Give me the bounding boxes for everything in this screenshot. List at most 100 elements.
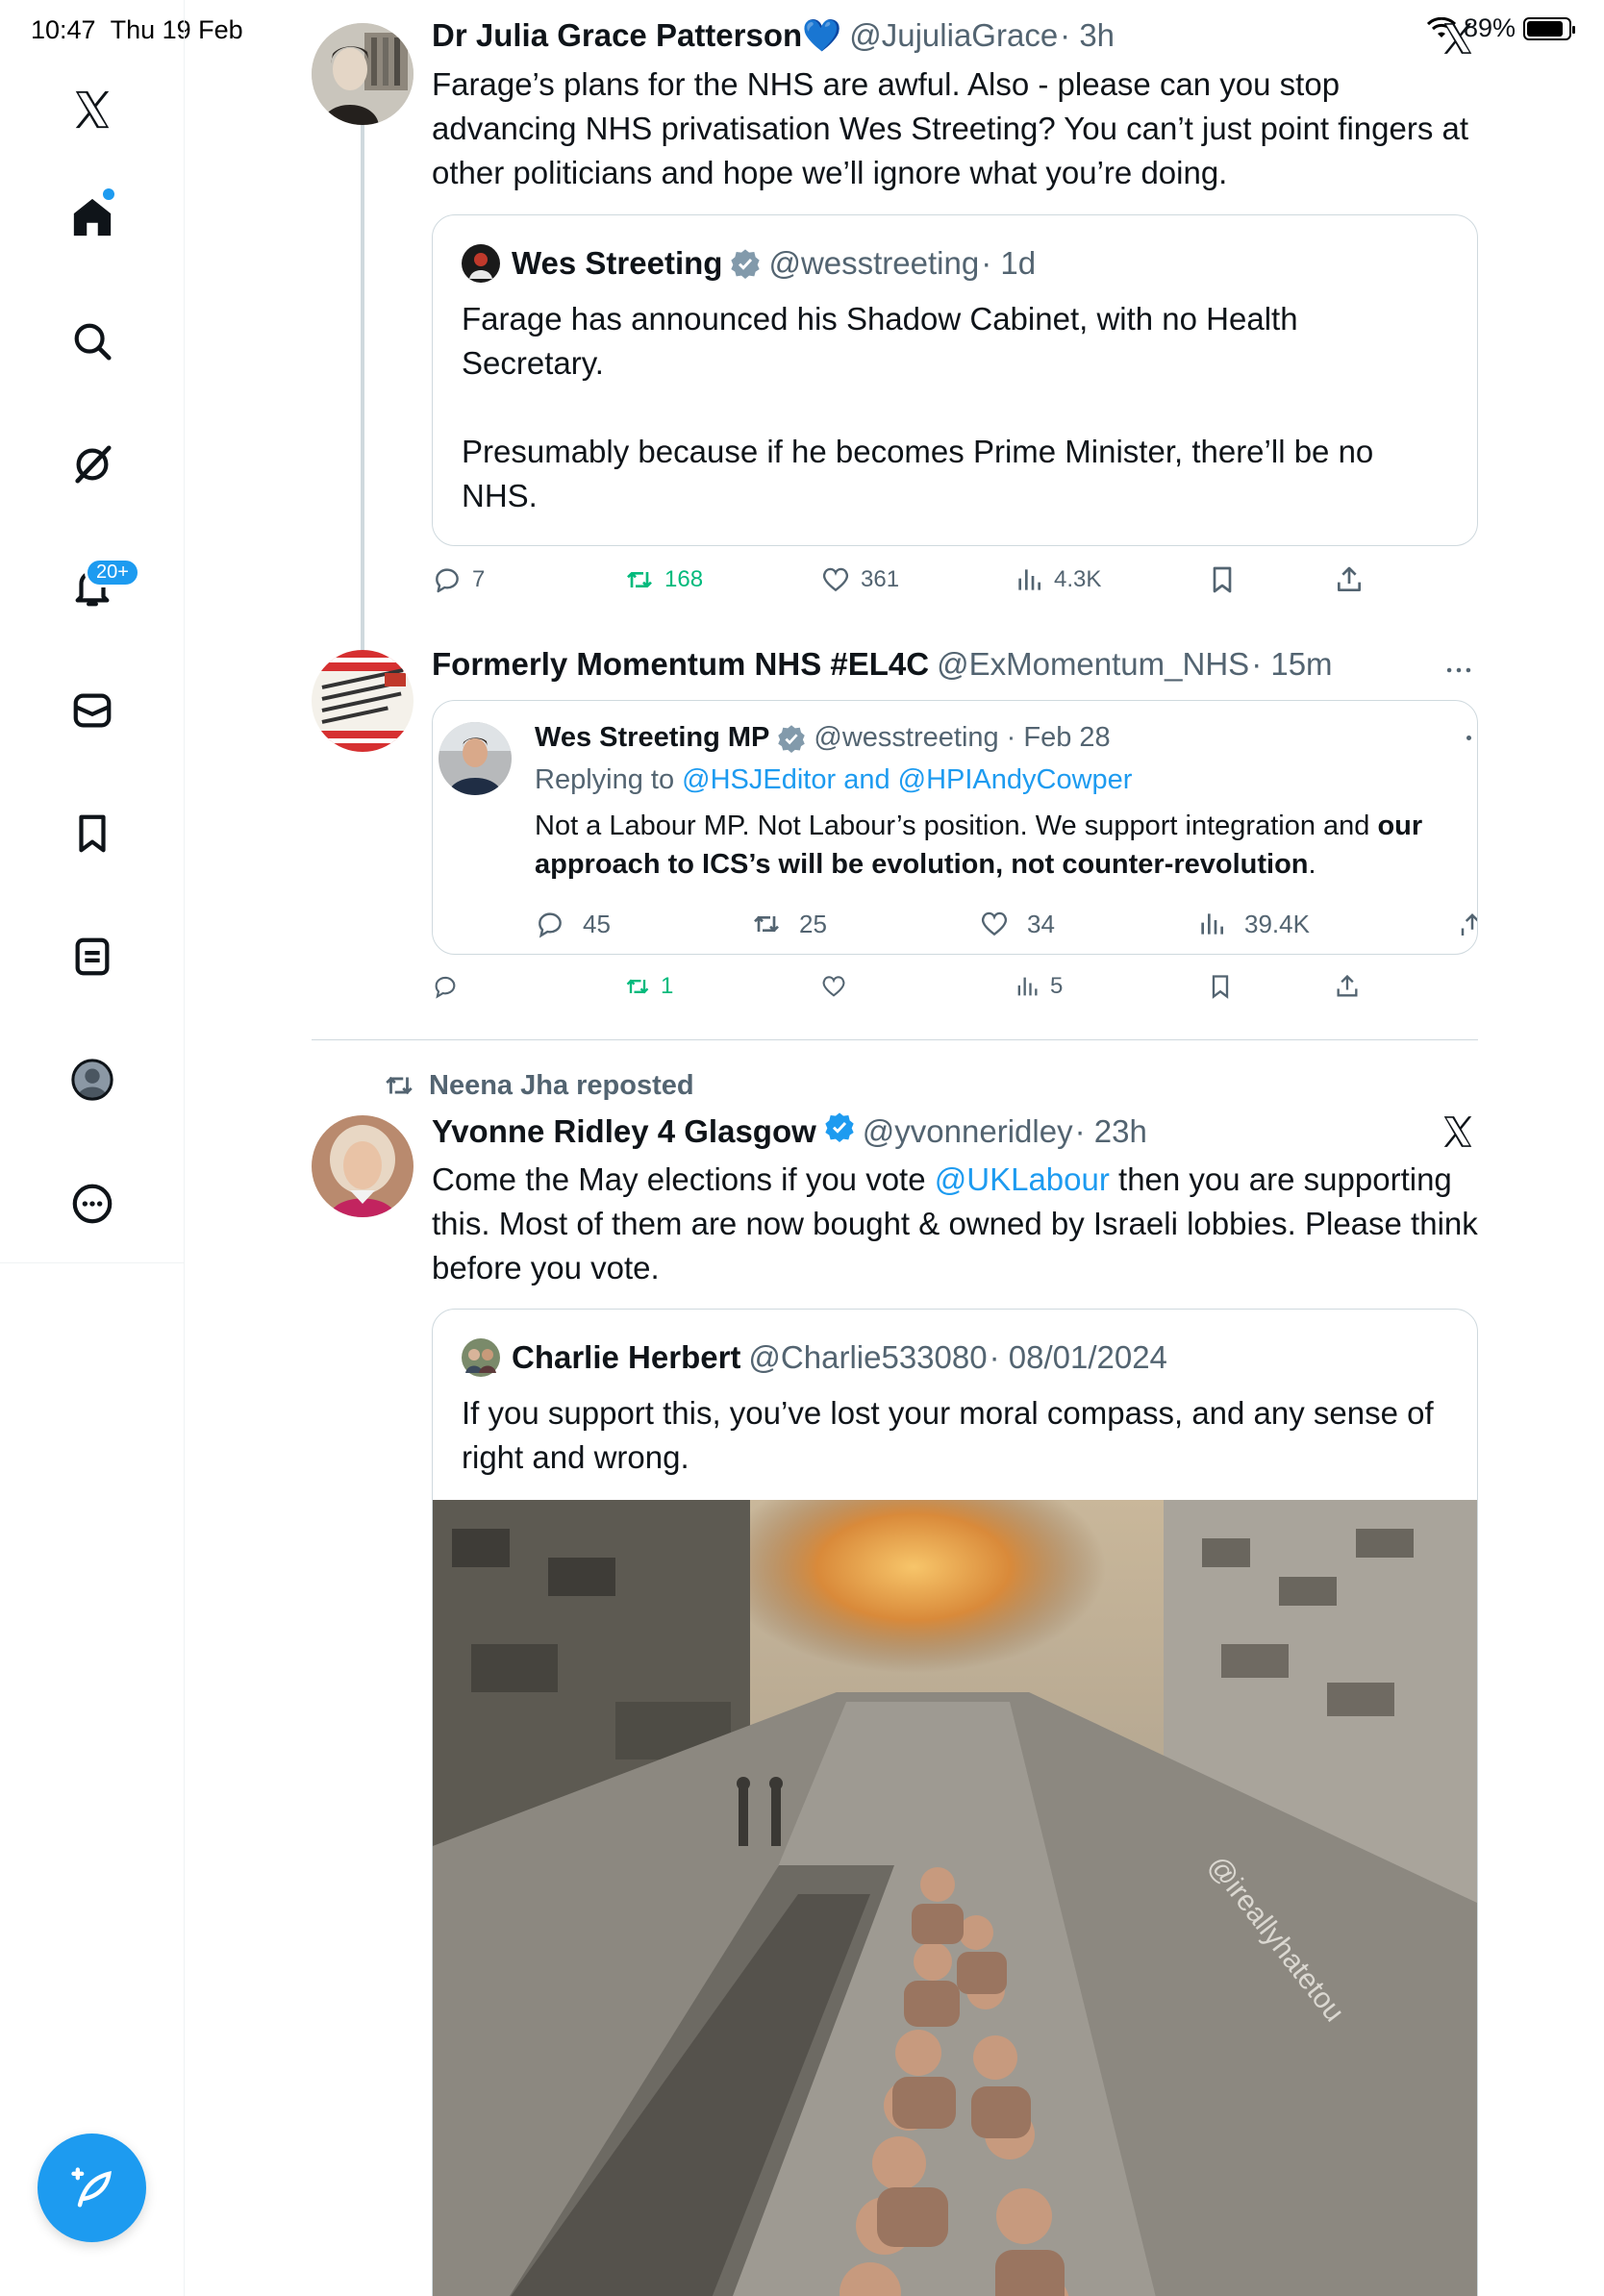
like-button[interactable] — [820, 973, 857, 1000]
share-button[interactable] — [1334, 973, 1361, 1000]
repost-context: Neena Jha reposted — [383, 1069, 694, 1102]
repost-count: 168 — [664, 566, 704, 592]
action-bar: 1 5 — [432, 973, 1393, 1011]
verified-badge-icon — [731, 249, 761, 279]
embedded-repost-stat: 25 — [751, 909, 827, 939]
share-button[interactable] — [1334, 564, 1365, 595]
quote-author-handle: @wesstreeting — [768, 245, 980, 281]
bookmark-button[interactable] — [1207, 564, 1238, 595]
share-icon — [1338, 566, 1361, 591]
repost-icon — [386, 1076, 413, 1095]
embedded-avatar — [439, 722, 512, 795]
sidebar: 20+ — [0, 0, 185, 2296]
profile-icon[interactable] — [63, 1051, 121, 1109]
repost-button[interactable]: 168 — [624, 564, 703, 595]
embedded-time: · Feb 28 — [1006, 722, 1111, 753]
embedded-author-name: Wes Streeting MP — [535, 722, 770, 753]
avatar-julia[interactable] — [312, 23, 414, 125]
views-count: 5 — [1050, 973, 1064, 999]
author-handle[interactable]: @JujuliaGrace — [849, 17, 1058, 54]
more-options-icon[interactable] — [1442, 654, 1475, 686]
battery-fill — [1527, 20, 1564, 37]
mention-link[interactable]: @UKLabour — [935, 1161, 1110, 1197]
views-count: 4.3K — [1054, 566, 1102, 592]
close-x-icon[interactable] — [1440, 1113, 1476, 1150]
reply-icon — [435, 976, 456, 999]
repost-icon — [754, 915, 779, 933]
repost-icon — [626, 979, 649, 994]
grok-icon[interactable] — [63, 436, 121, 493]
reply-button[interactable] — [432, 973, 468, 1000]
messages-icon[interactable] — [63, 682, 121, 739]
tweet-header: Dr Julia Grace Patterson💙 @JujuliaGrace … — [432, 17, 1115, 55]
author-name[interactable]: Yvonne Ridley 4 Glasgow — [432, 1113, 816, 1150]
notifications-badge: 20+ — [85, 558, 140, 587]
embedded-text-end: . — [1308, 849, 1316, 880]
verified-badge-icon — [778, 724, 806, 753]
avatar-yvonne[interactable] — [312, 1115, 414, 1217]
home-unread-dot — [103, 188, 114, 200]
bookmark-button[interactable] — [1207, 973, 1234, 1000]
tweet-divider — [312, 1039, 1478, 1040]
quote-card[interactable]: Charlie Herbert @Charlie533080 · 08/01/2… — [432, 1309, 1478, 2296]
embedded-author-handle: @wesstreeting — [814, 722, 999, 753]
repost-context-label[interactable]: Neena Jha reposted — [429, 1070, 694, 1102]
reply-icon — [436, 568, 459, 593]
embedded-stats: 45 25 34 39.4K — [535, 909, 1477, 947]
like-count: 361 — [861, 566, 900, 592]
tweet-text: Farage’s plans for the NHS are awful. Al… — [432, 66, 1469, 190]
reply-count: 7 — [472, 566, 486, 592]
reply-icon — [539, 912, 562, 938]
repost-count: 1 — [661, 973, 674, 999]
tweet-text: Come the May elections if you vote @UKLa… — [432, 1158, 1480, 1290]
embedded-text-plain: Not a Labour MP. Not Labour’s position. … — [535, 811, 1378, 841]
heart-icon — [822, 976, 845, 997]
author-handle[interactable]: @ExMomentum_NHS — [937, 646, 1249, 683]
replying-to-users[interactable]: @HSJEditor and @HPIAndyCowper — [682, 764, 1132, 795]
embedded-tweet-card[interactable]: Wes Streeting MP @wesstreeting · Feb 28 … — [432, 700, 1478, 955]
quote-time: · 08/01/2024 — [989, 1339, 1167, 1375]
media-image: @ireallyhatetou — [433, 1500, 1477, 2296]
author-name[interactable]: Dr Julia Grace Patterson💙 — [432, 17, 841, 55]
bookmarks-icon[interactable] — [63, 805, 121, 862]
views-chart-icon — [1017, 977, 1038, 996]
action-bar: 7 168 361 4.3K — [432, 564, 1393, 603]
quote-text: Farage has announced his Shadow Cabinet,… — [462, 297, 1442, 518]
tweet-header: Formerly Momentum NHS #EL4C @ExMomentum_… — [432, 646, 1333, 683]
reply-button[interactable]: 7 — [432, 564, 485, 595]
thread-line — [361, 125, 364, 673]
tweet-time[interactable]: · 3h — [1060, 17, 1115, 54]
quote-header: Charlie Herbert @Charlie533080 · 08/01/2… — [462, 1338, 1167, 1377]
avatar-exmomentum[interactable] — [312, 650, 414, 752]
tweet-text-part: Come the May elections if you vote — [432, 1161, 935, 1197]
more-dots-icon — [1466, 736, 1471, 740]
views-button[interactable]: 5 — [1014, 973, 1063, 1000]
compose-button[interactable] — [38, 2134, 146, 2242]
battery-icon — [1523, 16, 1575, 40]
author-handle[interactable]: @yvonneridley — [863, 1113, 1073, 1150]
quote-card[interactable]: Wes Streeting @wesstreeting · 1d Farage … — [432, 214, 1478, 546]
like-button[interactable]: 361 — [820, 564, 899, 595]
search-icon[interactable] — [63, 312, 121, 370]
tweet-time[interactable]: · 15m — [1251, 646, 1332, 683]
share-icon — [1337, 974, 1358, 997]
heart-icon — [981, 911, 1008, 936]
bookmark-icon — [1212, 975, 1229, 999]
repost-button[interactable]: 1 — [624, 973, 673, 1000]
heart-icon — [822, 567, 849, 592]
tweet-time[interactable]: · 23h — [1075, 1113, 1147, 1150]
quote-author-name: Wes Streeting — [512, 245, 723, 281]
quote-author-name: Charlie Herbert — [512, 1339, 741, 1375]
embedded-reply-stat: 45 — [535, 909, 611, 939]
views-button[interactable]: 4.3K — [1014, 564, 1101, 595]
more-icon[interactable] — [63, 1175, 121, 1233]
quote-text-paragraph: Farage has announced his Shadow Cabinet,… — [462, 301, 1298, 381]
lists-icon[interactable] — [63, 928, 121, 986]
quote-media-video[interactable]: @ireallyhatetou — [433, 1500, 1477, 2296]
close-x-icon[interactable] — [1440, 20, 1476, 57]
views-chart-icon — [1018, 569, 1040, 590]
author-name[interactable]: Formerly Momentum NHS #EL4C — [432, 646, 929, 683]
replying-to-label: Replying to — [535, 764, 675, 795]
embedded-header: Wes Streeting MP @wesstreeting · Feb 28 — [535, 722, 1111, 754]
x-logo-icon[interactable] — [63, 81, 121, 138]
